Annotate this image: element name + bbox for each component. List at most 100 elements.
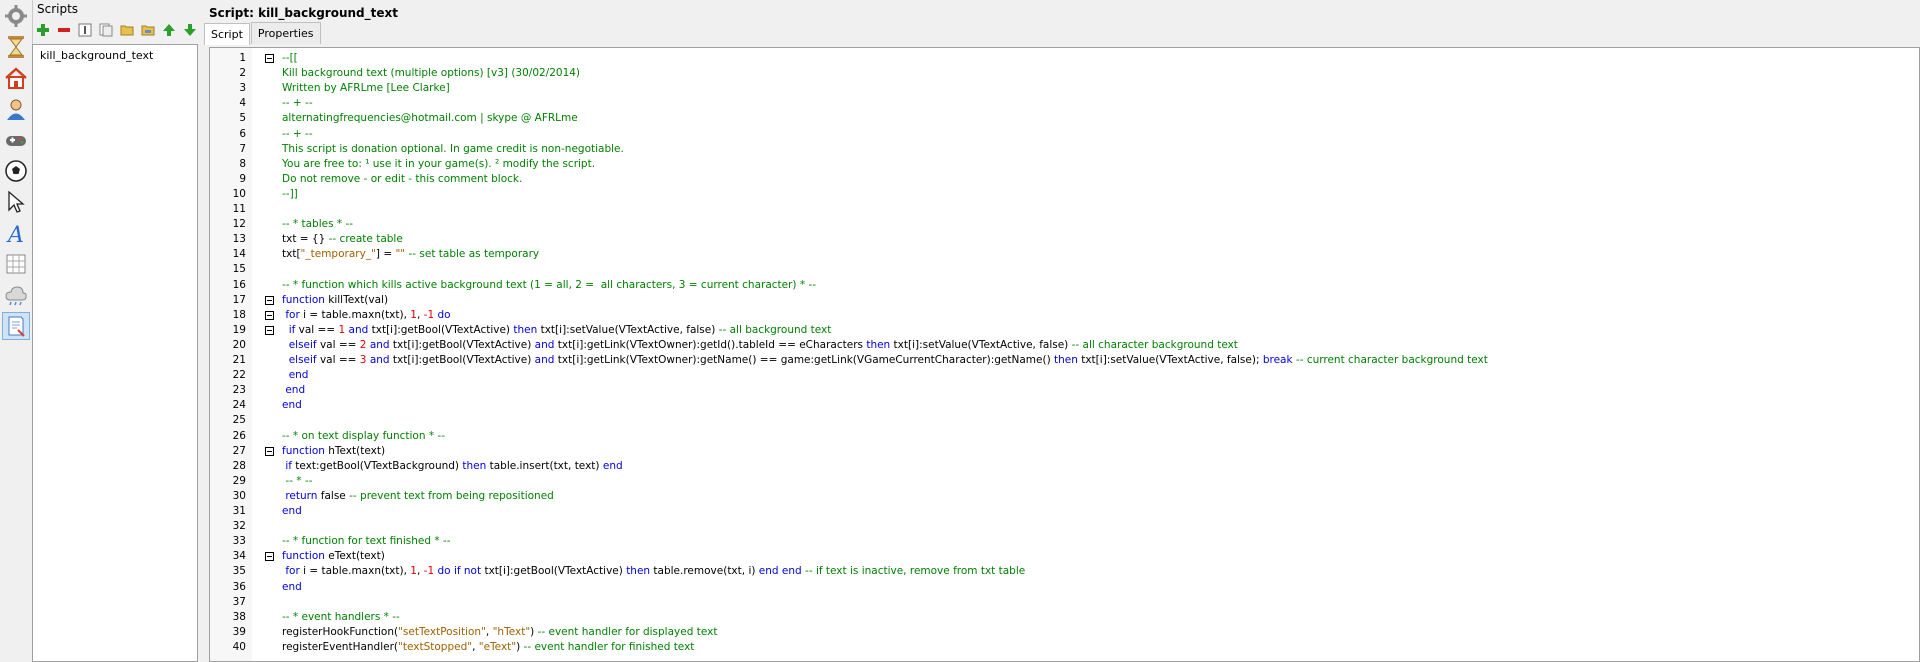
tab-script[interactable]: Script (204, 23, 250, 45)
code-token: -- prevent text from being repositioned (349, 489, 554, 502)
code-line[interactable]: 23 end (210, 383, 1919, 398)
code-token: Kill background text (multiple options) … (282, 67, 581, 80)
code-line[interactable]: 39 registerHookFunction("setTextPosition"… (210, 625, 1919, 640)
code-line[interactable]: 12 -- * tables * -- (210, 217, 1919, 232)
code-line[interactable]: 28 if text:getBool(VTextBackground) then… (210, 459, 1919, 474)
code-line[interactable]: 26 -- * on text display function * -- (210, 429, 1919, 444)
house-icon[interactable] (2, 64, 30, 92)
code-line[interactable]: 22 end (210, 368, 1919, 383)
fold-toggle-icon[interactable] (265, 446, 274, 456)
tab-properties[interactable]: Properties (250, 22, 321, 44)
cloud-icon[interactable] (2, 281, 30, 309)
gear-icon[interactable] (2, 2, 30, 30)
code-line[interactable]: 25 (210, 413, 1919, 428)
code-line[interactable]: 34 function eText(text) (210, 549, 1919, 564)
line-number: 16 (232, 278, 246, 291)
code-line[interactable]: 31 end (210, 504, 1919, 519)
line-number: 20 (232, 338, 246, 351)
script-icon[interactable] (2, 312, 30, 340)
code-line[interactable]: 40 registerEventHandler("textStopped", "e… (210, 640, 1919, 655)
line-number: 34 (232, 550, 246, 563)
code-line[interactable]: 24 end (210, 398, 1919, 413)
fold-toggle-icon[interactable] (265, 295, 274, 305)
fold-toggle-icon[interactable] (265, 552, 274, 562)
code-line[interactable]: 33 -- * function for text finished * -- (210, 534, 1919, 549)
gamepad-icon[interactable] (2, 126, 30, 154)
code-line[interactable]: 18 for i = table.maxn(txt), 1, -1 do (210, 308, 1919, 323)
line-number: 23 (232, 384, 246, 397)
ball-icon[interactable] (2, 157, 30, 185)
code-token: --[[ (282, 52, 298, 64)
code-token: -- * event handlers * -- (282, 610, 400, 623)
code-text: Written by AFRLme [Lee Clarke] (282, 81, 450, 96)
code-token: , (416, 308, 424, 321)
code-line[interactable]: 15 (210, 262, 1919, 277)
scripts-list[interactable]: kill_background_text (32, 44, 198, 662)
code-token: false (317, 489, 350, 502)
code-token: registerHookFunction( (282, 625, 399, 638)
code-line[interactable]: 17 function killText(val) (210, 293, 1919, 308)
code-text: end (282, 398, 302, 413)
code-line[interactable]: 9 Do not remove - or edit - this comment … (210, 172, 1919, 187)
code-line[interactable]: 27 function hText(text) (210, 444, 1919, 459)
code-token: return (285, 489, 318, 502)
cursor-icon[interactable] (2, 188, 30, 216)
code-text: Do not remove - or edit - this comment b… (282, 172, 522, 187)
rename-icon[interactable] (76, 21, 94, 39)
grid-icon[interactable] (2, 250, 30, 278)
code-line[interactable]: 37 (210, 595, 1919, 610)
save-icon[interactable] (139, 21, 157, 39)
code-line[interactable]: 8 You are free to: ¹ use it in your game(… (210, 157, 1919, 172)
code-line[interactable]: 7 This script is donation optional. In ga… (210, 142, 1919, 157)
code-line[interactable]: 6 -- + -- (210, 127, 1919, 142)
copy-icon[interactable] (97, 21, 115, 39)
code-line[interactable]: 3 Written by AFRLme [Lee Clarke] (210, 81, 1919, 96)
code-line[interactable]: 19 if val == 1 and txt[i]:getBool(VTextA… (210, 323, 1919, 338)
code-editor[interactable]: 1 --[[2 Kill background text (multiple opt… (209, 47, 1920, 662)
move-down-icon[interactable] (181, 21, 199, 39)
code-token: 1 (410, 565, 417, 578)
hourglass-icon[interactable] (2, 33, 30, 61)
line-number: 39 (232, 625, 246, 638)
code-line[interactable]: 14 txt["_temporary_"] = "" -- set table a… (210, 247, 1919, 262)
code-line[interactable]: 13 txt = {} -- create table (210, 232, 1919, 247)
code-line[interactable]: 20 elseif val == 2 and txt[i]:getBool(VT… (210, 338, 1919, 353)
code-line[interactable]: 36 end (210, 580, 1919, 595)
folder-icon[interactable] (118, 21, 136, 39)
code-text: end (282, 368, 309, 383)
code-line[interactable]: 16 -- * function which kills active backg… (210, 278, 1919, 293)
remove-icon[interactable] (55, 21, 73, 39)
code-text: -- + -- (282, 96, 313, 111)
fold-toggle-icon[interactable] (265, 54, 274, 63)
code-line[interactable]: 2 Kill background text (multiple options)… (210, 66, 1919, 81)
code-token: , (485, 625, 493, 638)
code-line[interactable]: 38 -- * event handlers * -- (210, 610, 1919, 625)
code-token: txt[i]:setValue(VTextActive, false) (537, 323, 719, 336)
code-line[interactable]: 11 (210, 202, 1919, 217)
fold-toggle-icon[interactable] (265, 325, 274, 335)
script-list-item[interactable]: kill_background_text (40, 49, 153, 62)
code-line[interactable]: 32 (210, 519, 1919, 534)
code-token: text:getBool(VTextBackground) (291, 459, 463, 472)
code-line[interactable]: 30 return false -- prevent text from bei… (210, 489, 1919, 504)
code-line[interactable]: 4 -- + -- (210, 96, 1919, 111)
code-line[interactable]: 5 alternatingfrequencies@hotmail.com | sk… (210, 111, 1919, 126)
code-line[interactable]: 10 --]] (210, 187, 1919, 202)
code-line[interactable]: 29 -- * -- (210, 474, 1919, 489)
line-number: 36 (232, 580, 246, 593)
character-icon[interactable] (2, 95, 30, 123)
fold-toggle-icon[interactable] (265, 310, 274, 320)
font-icon[interactable]: A (2, 219, 30, 247)
add-icon[interactable] (34, 21, 52, 39)
code-token: "eText" (478, 640, 517, 653)
code-text: This script is donation optional. In gam… (282, 142, 624, 157)
code-line[interactable]: 21 elseif val == 3 and txt[i]:getBool(VT… (210, 353, 1919, 368)
code-token: if (285, 459, 292, 472)
code-token: i = table.maxn(txt), (299, 565, 411, 578)
code-line[interactable]: 35 for i = table.maxn(txt), 1, -1 do if … (210, 564, 1919, 579)
code-token: and (348, 323, 369, 336)
code-line[interactable]: 1 --[[ (210, 51, 1919, 66)
move-up-icon[interactable] (160, 21, 178, 39)
line-number: 22 (232, 369, 246, 382)
